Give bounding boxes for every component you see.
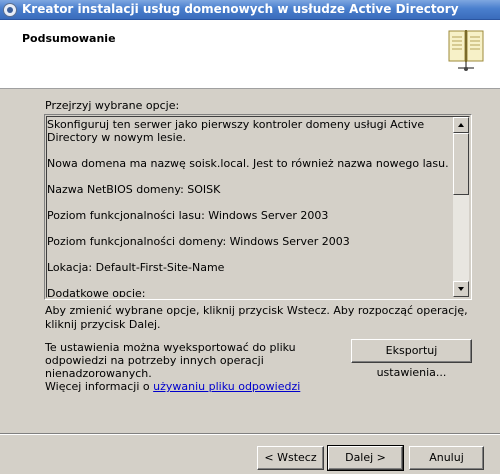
export-settings-button[interactable]: Eksportuj ustawienia... <box>351 339 472 379</box>
summary-line: Poziom funkcjonalności lasu: Windows Ser… <box>47 209 329 222</box>
page-title: Podsumowanie <box>22 32 116 45</box>
summary-line: Poziom funkcjonalności domeny: Windows S… <box>47 235 350 248</box>
scroll-down-button[interactable] <box>453 281 469 297</box>
summary-content: Skonfiguruj ten serwer jako pierwszy kon… <box>47 117 455 297</box>
scroll-up-button[interactable] <box>453 117 469 133</box>
export-description: Te ustawienia można wyeksportować do pli… <box>45 341 345 393</box>
arrow-down-icon <box>458 287 464 291</box>
back-button[interactable]: < Wstecz <box>257 446 324 470</box>
review-label: Przejrzyj wybrane opcje: <box>45 99 180 112</box>
answer-file-link[interactable]: używaniu pliku odpowiedzi <box>153 380 300 393</box>
summary-line: Skonfiguruj ten serwer jako pierwszy kon… <box>47 118 425 144</box>
summary-line: Nazwa NetBIOS domeny: SOISK <box>47 183 221 196</box>
more-info-prefix: Więcej informacji o <box>45 380 154 393</box>
summary-line: Dodatkowe opcje: <box>47 287 146 297</box>
scroll-thumb[interactable] <box>453 133 469 195</box>
summary-line: Lokacja: Default-First-Site-Name <box>47 261 225 274</box>
footer-divider-light <box>0 434 500 435</box>
summary-scrollbar[interactable] <box>453 117 469 297</box>
summary-textbox[interactable]: Skonfiguruj ten serwer jako pierwszy kon… <box>44 114 472 300</box>
arrow-up-icon <box>458 123 464 127</box>
wizard-header: Podsumowanie <box>0 20 500 89</box>
ad-wizard-icon[interactable] <box>3 3 17 17</box>
title-bar[interactable]: Kreator instalacji usług domenowych w us… <box>0 0 500 20</box>
next-button[interactable]: Dalej > <box>327 445 404 471</box>
summary-line: Nowa domena ma nazwę soisk.local. Jest t… <box>47 157 449 170</box>
export-text: Te ustawienia można wyeksportować do pli… <box>45 341 296 380</box>
window-title: Kreator instalacji usług domenowych w us… <box>22 2 459 16</box>
cancel-button[interactable]: Anuluj <box>409 446 484 470</box>
book-icon <box>448 30 484 71</box>
info-text: Aby zmienić wybrane opcje, kliknij przyc… <box>45 304 468 331</box>
